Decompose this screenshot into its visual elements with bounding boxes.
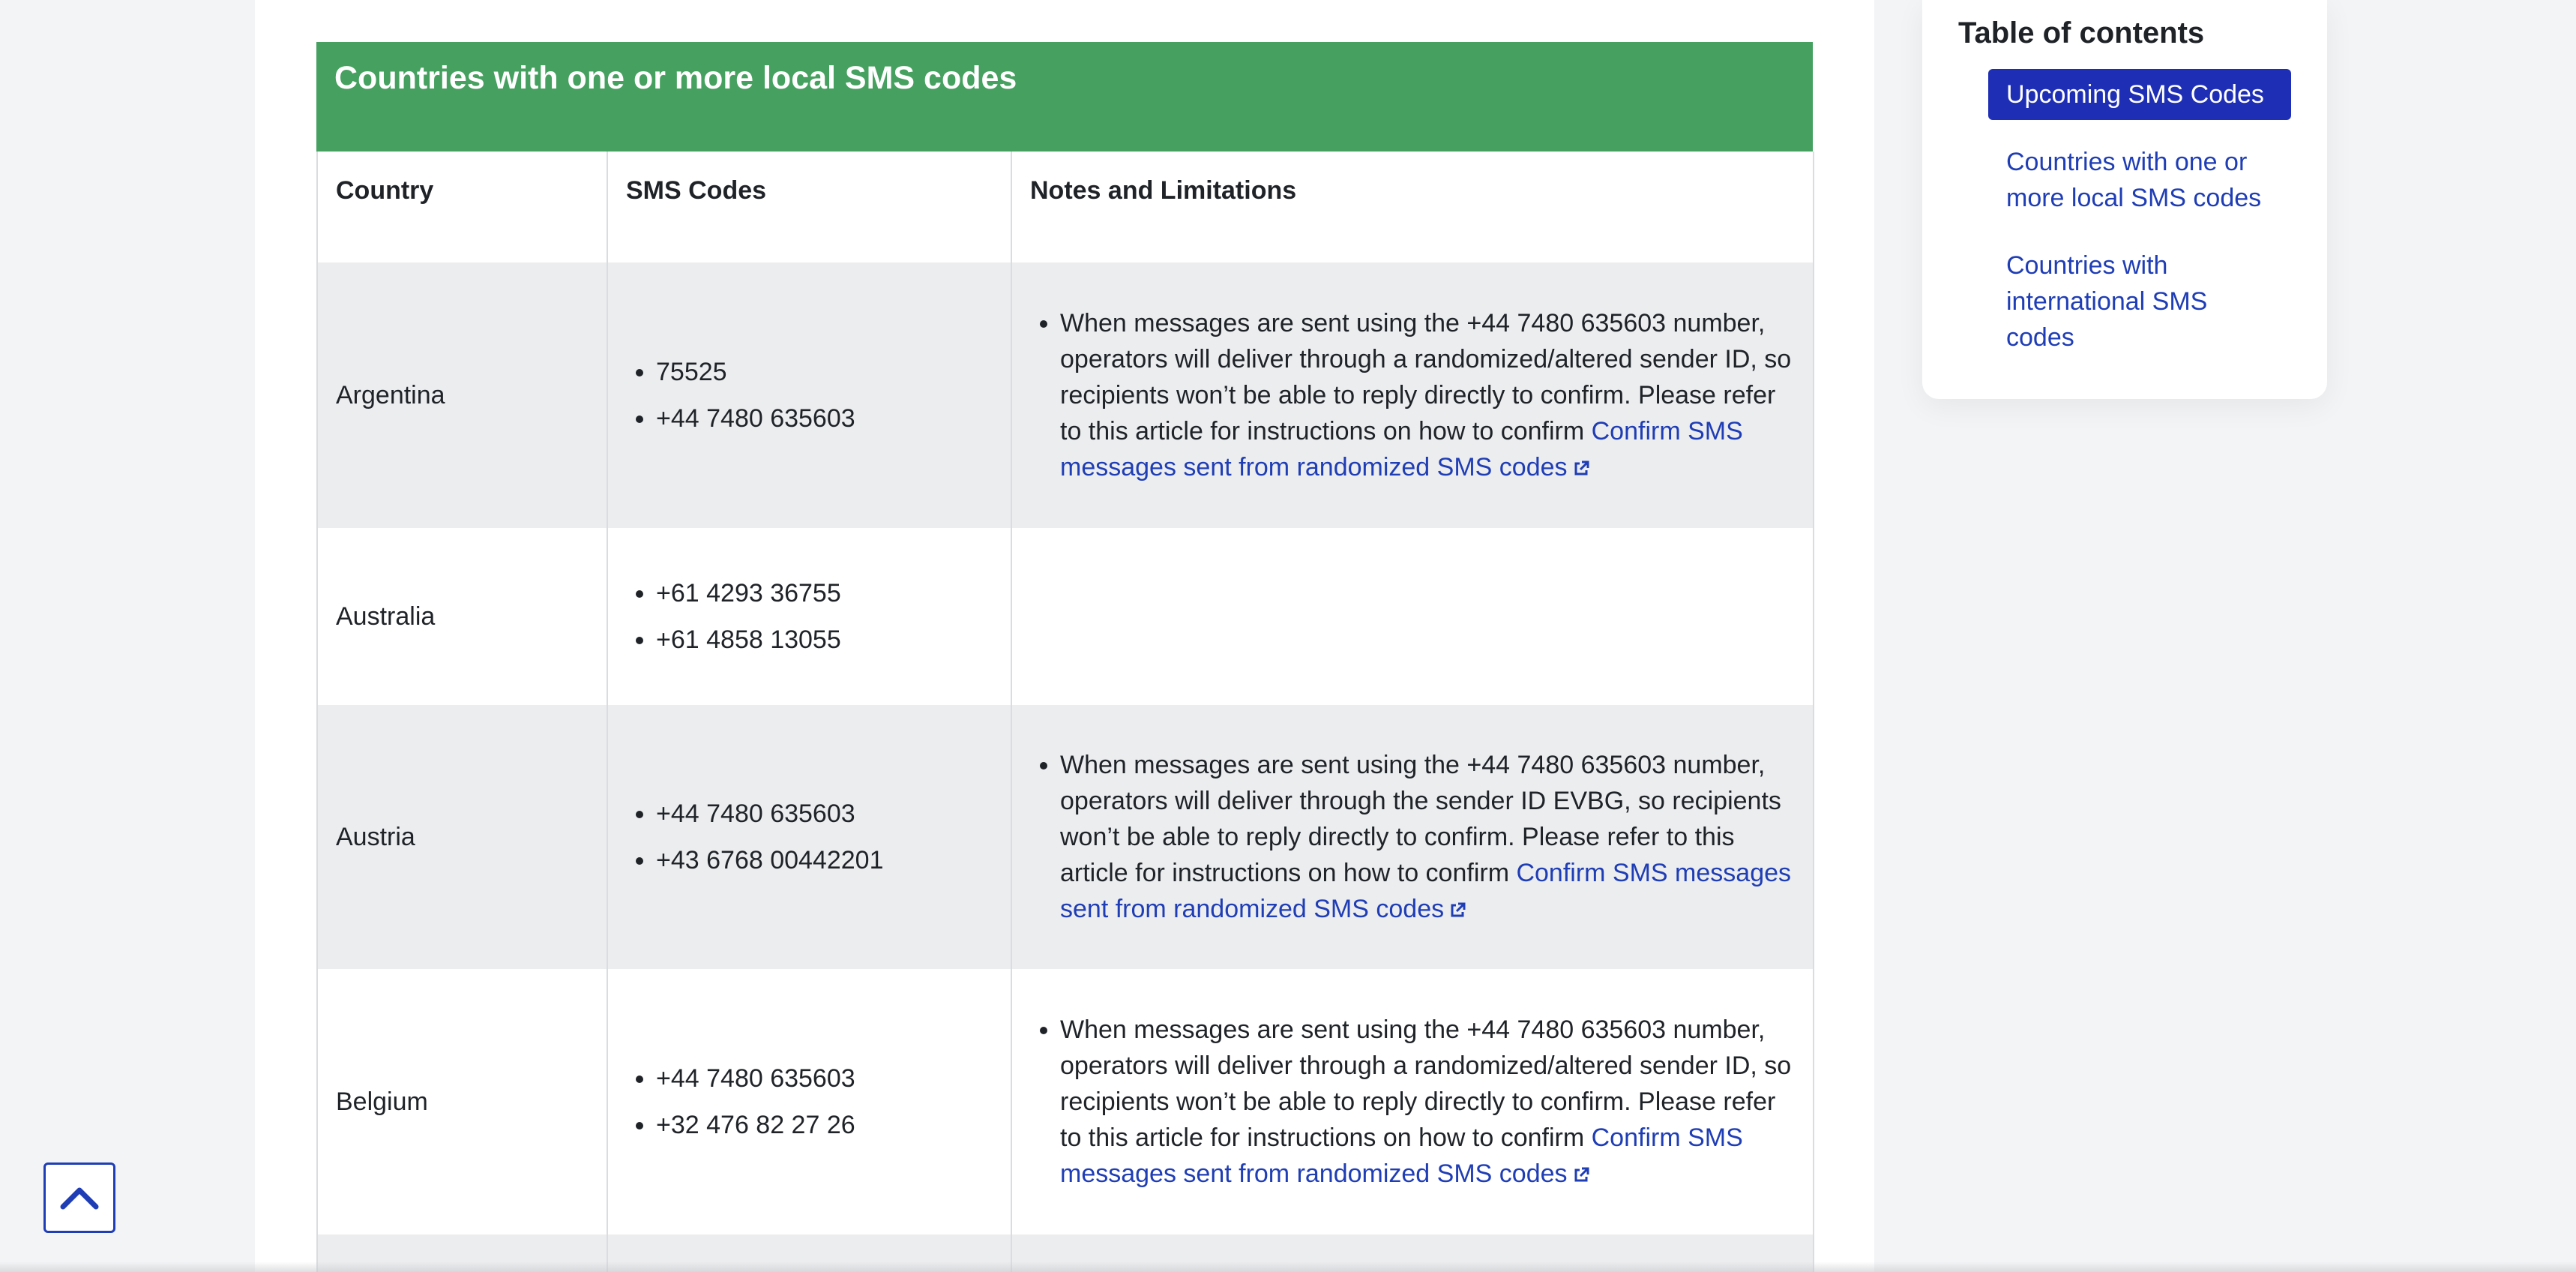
sms-codes-cell: +44 7480 635603 +43 6768 00442201	[607, 705, 1012, 969]
column-header-notes: Notes and Limitations	[1011, 152, 1814, 262]
sms-codes-cell: +44 7480 635603 +32 476 82 27 26	[607, 969, 1012, 1234]
sms-codes-cell: +61 4293 36755 +61 4858 13055	[607, 528, 1012, 705]
table-row: Australia +61 4293 36755 +61 4858 13055	[316, 528, 1814, 705]
note-item: When messages are sent using the +44 748…	[1060, 747, 1795, 927]
country-cell: Argentina	[316, 262, 608, 528]
sms-code: 75525	[656, 354, 993, 390]
toc-item-upcoming-sms-codes[interactable]: Upcoming SMS Codes	[1988, 69, 2291, 120]
column-header-sms-codes: SMS Codes	[607, 152, 1012, 262]
column-header-country: Country	[316, 152, 608, 262]
sms-code: +61 4858 13055	[656, 622, 993, 658]
toc-item-international-sms-codes[interactable]: Countries with international SMS codes	[1988, 240, 2291, 363]
chevron-up-icon	[60, 1187, 99, 1210]
sms-code: +61 4293 36755	[656, 575, 993, 611]
notes-cell: When messages are sent using the +44 748…	[1011, 705, 1814, 969]
country-cell: Austria	[316, 705, 608, 969]
toc-title: Table of contents	[1958, 16, 2205, 50]
table-title: Countries with one or more local SMS cod…	[316, 42, 1813, 152]
note-item: When messages are sent using the +44 748…	[1060, 305, 1795, 485]
table-header-row: Country SMS Codes Notes and Limitations	[316, 152, 1814, 262]
sms-code: +32 476 82 27 26	[656, 1107, 993, 1143]
bottom-fade	[0, 1262, 2576, 1272]
external-link-icon	[1451, 902, 1466, 917]
external-link-icon	[1574, 460, 1589, 476]
table-row: Austria +44 7480 635603 +43 6768 0044220…	[316, 705, 1814, 969]
notes-cell	[1011, 528, 1814, 705]
external-link-icon	[1574, 1167, 1589, 1182]
sms-codes-table-section: Countries with one or more local SMS cod…	[316, 42, 1814, 1272]
table-row: Belgium +44 7480 635603 +32 476 82 27 26…	[316, 969, 1814, 1234]
sms-code: +44 7480 635603	[656, 796, 993, 832]
note-item: When messages are sent using the +44 748…	[1060, 1012, 1795, 1192]
notes-cell: When messages are sent using the +44 748…	[1011, 969, 1814, 1234]
sms-code: +44 7480 635603	[656, 400, 993, 436]
main-content: Countries with one or more local SMS cod…	[255, 0, 1874, 1272]
sms-codes-cell: 75525 +44 7480 635603	[607, 262, 1012, 528]
notes-cell: When messages are sent using the +44 748…	[1011, 262, 1814, 528]
table-row: Argentina 75525 +44 7480 635603 When mes…	[316, 262, 1814, 528]
country-cell: Australia	[316, 528, 608, 705]
back-to-top-button[interactable]	[43, 1162, 115, 1233]
page: Countries with one or more local SMS cod…	[0, 0, 2576, 1272]
table-of-contents: Table of contents Upcoming SMS Codes Cou…	[1922, 0, 2327, 399]
toc-item-local-sms-codes[interactable]: Countries with one or more local SMS cod…	[1988, 136, 2291, 224]
sms-code: +43 6768 00442201	[656, 842, 993, 878]
sms-codes-table: Country SMS Codes Notes and Limitations …	[316, 152, 1814, 1272]
sms-code: +44 7480 635603	[656, 1060, 993, 1096]
country-cell: Belgium	[316, 969, 608, 1234]
